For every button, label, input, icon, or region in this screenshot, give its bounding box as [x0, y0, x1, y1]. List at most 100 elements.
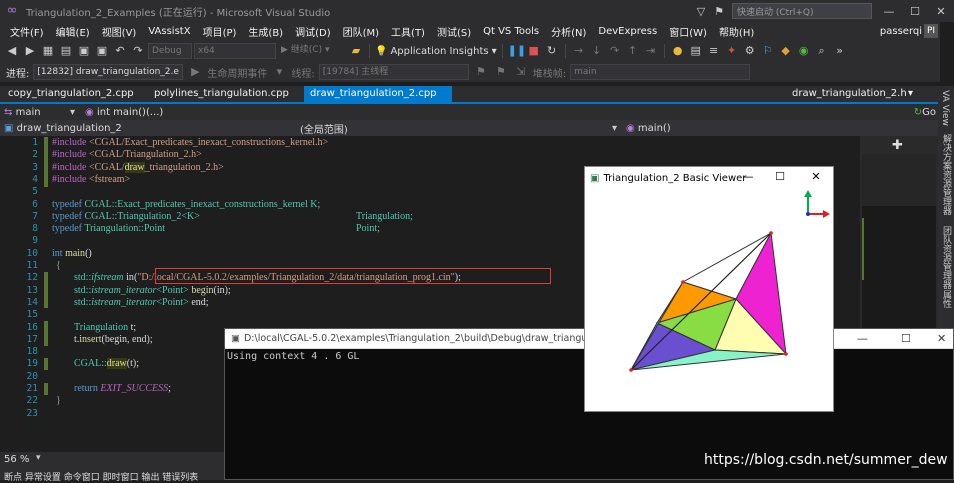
menu-analyze[interactable]: 分析(N): [545, 24, 592, 39]
minimize-button[interactable]: —: [876, 5, 902, 18]
zoom-level[interactable]: 56 %: [4, 454, 29, 465]
menu-file[interactable]: 文件(F): [4, 24, 50, 39]
application-insights-button[interactable]: 💡 Application Insights ▾: [375, 46, 497, 57]
bottom-panel-tabs[interactable]: 断点 异常设置 命令窗口 即时窗口 输出 错误列表: [4, 470, 198, 483]
menu-help[interactable]: 帮助(H): [713, 24, 760, 39]
continue-button[interactable]: ▶ 继续(C) ▾: [278, 43, 346, 59]
find-icon[interactable]: ⌕: [814, 43, 830, 59]
chevron-down-icon: ▾: [491, 45, 497, 57]
redo-icon[interactable]: ↷: [130, 43, 146, 59]
thread-select[interactable]: [19784] 主线程: [318, 64, 469, 80]
menu-project[interactable]: 项目(P): [197, 24, 243, 39]
lifecycle-events-icon[interactable]: ▶: [187, 64, 203, 80]
range-dropdown-icon[interactable]: ▾: [612, 123, 617, 134]
member-select[interactable]: ◉ main(): [626, 123, 671, 134]
process-select[interactable]: [12832] draw_triangulation_2.e: [33, 64, 184, 80]
team-explorer-tab[interactable]: 团队资源管理器: [940, 226, 953, 289]
step-icon[interactable]: ⇥: [643, 43, 659, 59]
tab-draw-triangulation-cpp[interactable]: draw_triangulation_2.cpp ⊕ ✕: [304, 86, 452, 115]
attach-icon[interactable]: ▰: [348, 43, 364, 59]
menu-team[interactable]: 团队(M): [337, 24, 385, 39]
window-title: Triangulation_2_Examples (正在运行) - Micros…: [26, 7, 331, 19]
undo-icon[interactable]: ↶: [112, 43, 128, 59]
code-token: Point;: [356, 223, 380, 235]
console-minimize-button[interactable]: —: [857, 332, 868, 345]
flag-thread-icon[interactable]: ⚑: [473, 64, 489, 80]
step-out-icon[interactable]: ↑: [625, 43, 641, 59]
menu-tools[interactable]: 工具(T): [385, 24, 431, 39]
vax-icon[interactable]: ◆: [778, 43, 794, 59]
properties-tab[interactable]: 属性: [940, 290, 953, 308]
line-number: 14: [26, 296, 38, 308]
menu-window[interactable]: 窗口(W): [663, 24, 713, 39]
dropdown-icon[interactable]: ▾: [70, 107, 81, 118]
new-project-icon[interactable]: ▦: [40, 43, 56, 59]
avatar[interactable]: PI: [924, 24, 938, 38]
forward-icon[interactable]: ▶: [22, 43, 38, 59]
menu-edit[interactable]: 编辑(E): [50, 24, 96, 39]
hex-icon[interactable]: ▤: [688, 43, 704, 59]
restart-icon[interactable]: ↻: [544, 43, 560, 59]
maximize-button[interactable]: ☐: [902, 5, 928, 18]
quick-launch-input[interactable]: 快速启动 (Ctrl+Q): [732, 3, 872, 19]
viewer-maximize-button[interactable]: ☐: [771, 170, 789, 186]
stack-frame-select[interactable]: main: [570, 64, 751, 80]
menu-view[interactable]: 视图(V): [96, 24, 143, 39]
overflow-icon[interactable]: »: [832, 43, 848, 59]
menu-vassistx[interactable]: VAssistX: [142, 26, 196, 37]
filter-icon[interactable]: ▽: [692, 5, 710, 18]
zoom-dropdown-icon[interactable]: ▾: [36, 453, 41, 463]
menu-test[interactable]: 测试(S): [431, 24, 477, 39]
menu-devexpress[interactable]: DevExpress: [592, 26, 663, 37]
tab-overflow-icon[interactable]: ▾: [902, 86, 919, 102]
viewer-close-button[interactable]: ✕: [807, 170, 825, 186]
go-button[interactable]: ↻Go: [914, 107, 936, 118]
tab-draw-triangulation-h[interactable]: draw_triangulation_2.h: [786, 86, 913, 102]
range-select[interactable]: (全局范围): [300, 121, 348, 136]
platform-select[interactable]: x64: [194, 43, 276, 59]
pause-icon[interactable]: ❚❚: [508, 43, 526, 59]
user-name[interactable]: passerqi: [880, 26, 922, 37]
triangulation-canvas[interactable]: [585, 189, 833, 411]
viewer-minimize-button[interactable]: —: [739, 170, 757, 186]
menu-qt-vs-tools[interactable]: Qt VS Tools: [477, 26, 545, 37]
code-token: EXIT_SUCCESS: [100, 383, 169, 394]
scope-select[interactable]: ⇆ main: [0, 107, 70, 118]
function-select[interactable]: ◉ int main()(...): [81, 107, 163, 118]
console-close-button[interactable]: ✕: [937, 332, 946, 345]
bookmark-icon[interactable]: ⚐: [760, 43, 776, 59]
project-select[interactable]: ▣ draw_triangulation_2: [4, 123, 122, 134]
breakpoints-icon[interactable]: ●: [670, 43, 686, 59]
open-file-icon[interactable]: ▤: [58, 43, 74, 59]
menu-build[interactable]: 生成(B): [242, 24, 289, 39]
debug-location-icon[interactable]: ✦: [724, 43, 740, 59]
tools-icon[interactable]: ⚙: [742, 43, 758, 59]
stop-icon[interactable]: ■: [526, 43, 542, 59]
solution-explorer-tab[interactable]: 解决方案资源管理器: [940, 134, 953, 215]
back-icon[interactable]: ◀: [4, 43, 20, 59]
code-token: K;: [310, 198, 321, 210]
filter-thread-icon[interactable]: ⚑: [493, 64, 509, 80]
axis-gizmo: [804, 190, 830, 218]
flag-icon[interactable]: ⚑: [710, 5, 728, 18]
expand-icon[interactable]: ⇲: [513, 64, 529, 80]
split-icon[interactable]: ✚: [892, 138, 903, 153]
viewer-window[interactable]: ▣ Triangulation_2 Basic Viewer — ☐ ✕: [584, 166, 834, 412]
save-all-icon[interactable]: ▣: [94, 43, 110, 59]
line-number: 21: [26, 383, 38, 394]
configuration-select[interactable]: Debug: [148, 43, 192, 59]
va-view-tab[interactable]: VA View: [940, 90, 950, 126]
save-icon[interactable]: ▣: [76, 43, 92, 59]
dropdown-icon[interactable]: ▾: [271, 64, 287, 80]
show-next-statement-icon[interactable]: →: [571, 43, 587, 59]
console-maximize-button[interactable]: ☐: [901, 332, 911, 345]
threads-icon[interactable]: ≡: [706, 43, 722, 59]
step-into-icon[interactable]: ↓: [589, 43, 605, 59]
qt-icon[interactable]: ◉: [796, 43, 812, 59]
tab-copy-triangulation[interactable]: copy_triangulation_2.cpp: [2, 86, 140, 102]
lifecycle-events-label[interactable]: 生命周期事件: [207, 65, 267, 80]
menu-debug[interactable]: 调试(D): [289, 24, 337, 39]
step-over-icon[interactable]: ↷: [607, 43, 623, 59]
close-button[interactable]: ✕: [928, 5, 954, 18]
tab-polylines-triangulation[interactable]: polylines_triangulation.cpp: [148, 86, 295, 102]
